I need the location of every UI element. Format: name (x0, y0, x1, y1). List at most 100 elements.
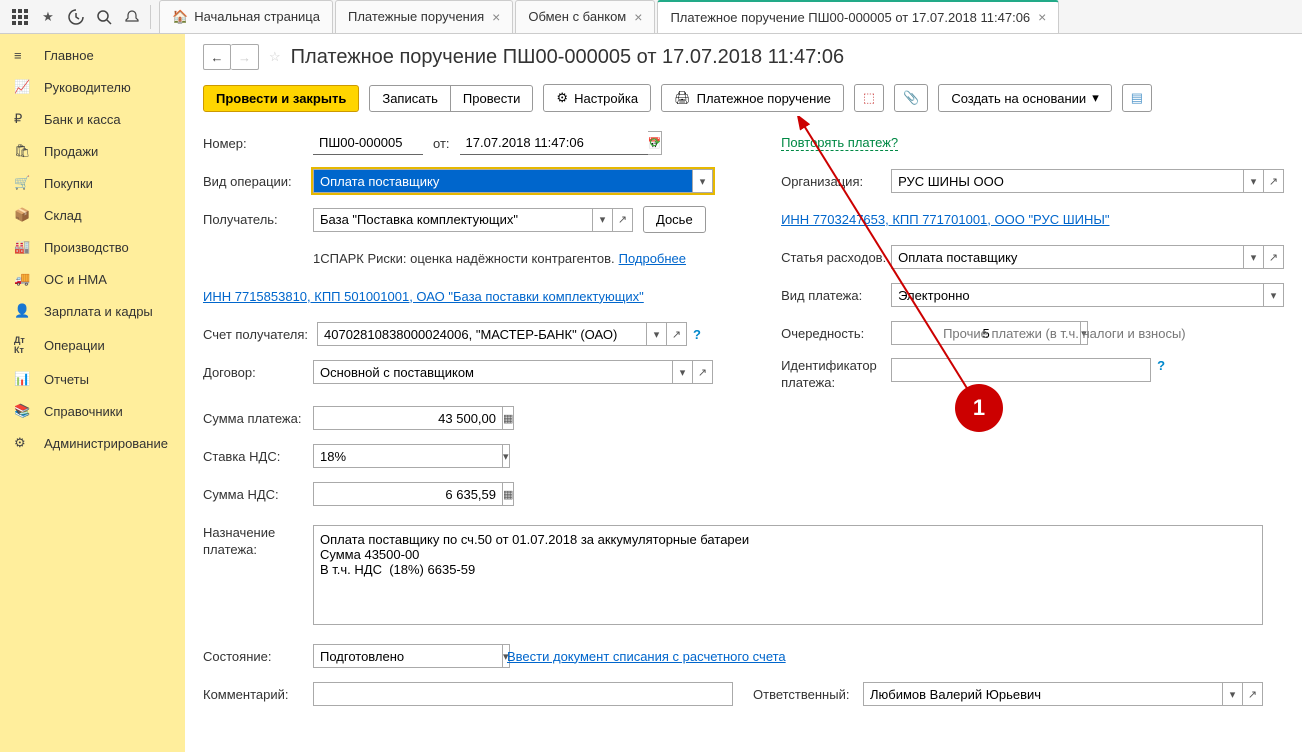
post-button[interactable]: Провести (451, 85, 534, 112)
responsible-input[interactable] (863, 682, 1223, 706)
recipient-input[interactable] (313, 208, 593, 232)
purpose-label: Назначение платежа: (203, 525, 313, 559)
sidebar-item-bank[interactable]: ₽Банк и касса (0, 103, 185, 135)
sum-input[interactable] (313, 406, 503, 430)
recipient-details-link[interactable]: ИНН 7715853810, КПП 501001001, ОАО "База… (203, 289, 644, 304)
priority-desc: Прочие платежи (в т.ч. налоги и взносы) (943, 326, 1186, 341)
identifier-input[interactable] (891, 358, 1151, 382)
dossier-button[interactable]: Досье (643, 206, 706, 233)
star-icon[interactable]: ★ (34, 3, 62, 31)
account-input[interactable] (317, 322, 647, 346)
dtkt-icon: ДтКт (14, 335, 34, 355)
open-icon[interactable]: ↗ (667, 322, 687, 346)
sidebar-item-operations[interactable]: ДтКт Операции (0, 327, 185, 363)
state-input[interactable] (313, 644, 503, 668)
books-icon: 📚 (14, 403, 34, 419)
date-input[interactable] (460, 131, 648, 155)
open-icon[interactable]: ↗ (1243, 682, 1263, 706)
org-input[interactable] (891, 169, 1244, 193)
calculator-icon[interactable]: ▦ (503, 482, 514, 506)
dropdown-icon[interactable]: ▾ (503, 444, 510, 468)
nav-forward-button[interactable]: → (231, 44, 259, 70)
post-and-close-button[interactable]: Провести и закрыть (203, 85, 359, 112)
list-button[interactable]: ▤ (1122, 84, 1152, 112)
expense-input[interactable] (891, 245, 1244, 269)
close-icon[interactable]: × (1038, 9, 1046, 25)
sidebar-item-main[interactable]: ≡ Главное (0, 40, 185, 71)
sidebar-item-production[interactable]: 🏭Производство (0, 231, 185, 263)
apps-icon[interactable] (6, 3, 34, 31)
dropdown-icon[interactable]: ▾ (1244, 169, 1264, 193)
close-icon[interactable]: × (492, 9, 500, 25)
dropdown-icon[interactable]: ▾ (1264, 283, 1284, 307)
purpose-textarea[interactable] (313, 525, 1263, 625)
sidebar-item-label: Производство (44, 240, 129, 255)
open-icon[interactable]: ↗ (1264, 245, 1284, 269)
sidebar-item-warehouse[interactable]: 📦Склад (0, 199, 185, 231)
nav-back-button[interactable]: ← (203, 44, 231, 70)
dropdown-icon[interactable]: ▾ (673, 360, 693, 384)
open-icon[interactable]: ↗ (693, 360, 713, 384)
sidebar-item-hr[interactable]: 👤Зарплата и кадры (0, 295, 185, 327)
attach-button[interactable]: 📎 (894, 84, 928, 112)
truck-icon: 🚚 (14, 271, 34, 287)
top-toolbar: ★ 🏠Начальная страница Платежные поручени… (0, 0, 1302, 34)
sidebar-item-manager[interactable]: 📈Руководителю (0, 71, 185, 103)
open-icon[interactable]: ↗ (1264, 169, 1284, 193)
printer-icon: 🖨 (674, 90, 691, 106)
help-icon[interactable]: ? (1157, 358, 1165, 373)
tab-payment-orders[interactable]: Платежные поручения× (335, 0, 513, 33)
op-type-input[interactable] (313, 169, 693, 193)
sidebar-item-catalogs[interactable]: 📚Справочники (0, 395, 185, 427)
sidebar-item-assets[interactable]: 🚚ОС и НМА (0, 263, 185, 295)
open-icon[interactable]: ↗ (613, 208, 633, 232)
sidebar-item-reports[interactable]: 📊Отчеты (0, 363, 185, 395)
dropdown-icon[interactable]: ▾ (647, 322, 667, 346)
sidebar-item-label: Зарплата и кадры (44, 304, 153, 319)
spark-more-link[interactable]: Подробнее (619, 251, 686, 266)
save-button[interactable]: Записать (369, 85, 451, 112)
sidebar-item-admin[interactable]: ⚙ Администрирование (0, 427, 185, 459)
print-button[interactable]: 🖨Платежное поручение (661, 84, 844, 112)
vat-sum-input[interactable] (313, 482, 503, 506)
number-input[interactable] (313, 131, 423, 155)
dropdown-icon[interactable]: ▾ (693, 169, 713, 193)
tab-home[interactable]: 🏠Начальная страница (159, 0, 333, 33)
comment-input[interactable] (313, 682, 733, 706)
tab-label: Начальная страница (194, 9, 320, 24)
menu-icon: ≡ (14, 48, 34, 63)
refresh-icon[interactable]: ⟳ (650, 135, 661, 151)
create-based-button[interactable]: Создать на основании ▾ (938, 84, 1111, 112)
sidebar-item-label: Администрирование (44, 436, 168, 451)
history-icon[interactable] (62, 3, 90, 31)
repeat-payment-link[interactable]: Повторять платеж? (781, 135, 898, 151)
payment-type-input[interactable] (891, 283, 1264, 307)
gear-icon: ⚙ (14, 435, 34, 451)
create-writeoff-link[interactable]: Ввести документ списания с расчетного сч… (507, 649, 786, 664)
sidebar-item-purchases[interactable]: 🛒Покупки (0, 167, 185, 199)
sidebar-item-label: Продажи (44, 144, 98, 159)
dropdown-icon[interactable]: ▾ (593, 208, 613, 232)
search-icon[interactable] (90, 3, 118, 31)
dropdown-icon[interactable]: ▾ (1223, 682, 1243, 706)
tab-bank-exchange[interactable]: Обмен с банком× (515, 0, 655, 33)
bell-icon[interactable] (118, 3, 146, 31)
op-type-label: Вид операции: (203, 174, 313, 189)
contract-input[interactable] (313, 360, 673, 384)
sidebar-item-sales[interactable]: 🛍Продажи (0, 135, 185, 167)
calculator-icon[interactable]: ▦ (503, 406, 514, 430)
sidebar-item-label: Главное (44, 48, 94, 63)
settings-button[interactable]: ⚙Настройка (543, 84, 651, 112)
org-details-link[interactable]: ИНН 7703247653, КПП 771701001, ООО "РУС … (781, 212, 1109, 227)
identifier-label: Идентификатор платежа: (781, 358, 891, 392)
close-icon[interactable]: × (634, 9, 642, 25)
favorite-button[interactable]: ☆ (269, 49, 281, 65)
help-icon[interactable]: ? (693, 327, 701, 342)
sidebar-item-label: Операции (44, 338, 105, 353)
org-label: Организация: (781, 174, 891, 189)
structure-button[interactable]: ⬚ (854, 84, 884, 112)
tab-current-document[interactable]: Платежное поручение ПШ00-000005 от 17.07… (657, 0, 1059, 33)
dropdown-icon[interactable]: ▾ (1244, 245, 1264, 269)
tabs-bar: 🏠Начальная страница Платежные поручения×… (159, 0, 1061, 34)
vat-rate-input[interactable] (313, 444, 503, 468)
